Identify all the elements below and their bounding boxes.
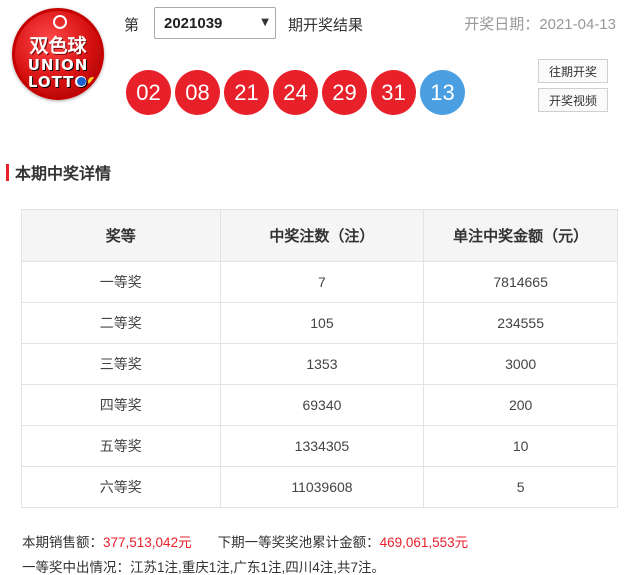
prize-amount-cell: 200 [423,384,618,426]
section-title-text: 本期中奖详情 [15,166,112,183]
section-title: 本期中奖详情 [6,160,111,184]
logo-blue-dot [77,77,86,86]
sales-summary: 本期销售额：377,513,042元 下期一等奖奖池累计金额：469,061,55… [22,531,468,551]
red-ball: 31 [371,70,416,115]
sales-value: 377,513,042元 [103,535,192,550]
sales-label: 本期销售额： [22,535,103,550]
winner-count-cell: 69340 [219,384,425,426]
red-ball: 29 [322,70,367,115]
section-title-accent [6,163,9,181]
prize-level-cell: 六等奖 [21,466,221,508]
issue-prefix: 第 [124,17,140,34]
winner-count-cell: 7 [219,261,425,303]
logo-mark-icon [53,15,67,29]
prize-level-cell: 二等奖 [21,302,221,344]
prize-level-cell: 三等奖 [21,343,221,385]
draw-video-button[interactable]: 开奖视频 [538,88,608,112]
issue-select-value: 2021039 [164,14,223,32]
header-prize-amount: 单注中奖金额（元） [423,209,618,262]
prize-amount-cell: 3000 [423,343,618,385]
pool-label: 下期一等奖奖池累计金额： [217,535,380,550]
table-row: 四等奖 69340 200 [21,384,618,426]
red-ball: 02 [126,70,171,115]
issue-select[interactable]: 2021039 ▼ [154,7,276,39]
prize-level-cell: 一等奖 [21,261,221,303]
table-header-row: 奖等 中奖注数（注） 单注中奖金额（元） [21,209,618,262]
blue-ball: 13 [420,70,465,115]
header-winner-count: 中奖注数（注） [219,209,425,262]
winner-count-cell: 11039608 [219,466,425,508]
history-draws-button[interactable]: 往期开奖 [538,59,608,83]
chevron-down-icon: ▼ [261,17,269,28]
red-ball: 08 [175,70,220,115]
prize-amount-cell: 234555 [423,302,618,344]
logo-yellow-dot [88,77,97,86]
issue-suffix: 期开奖结果 [288,17,364,34]
prize-level-cell: 五等奖 [21,425,221,467]
table-row: 二等奖 105 234555 [21,302,618,344]
prize-level-cell: 四等奖 [21,384,221,426]
prize-amount-cell: 5 [423,466,618,508]
pool-value: 469,061,553元 [379,535,469,550]
red-ball: 21 [224,70,269,115]
logo-cn-text: 双色球 [29,35,87,57]
draw-date: 开奖日期：2021-04-13 [464,16,616,33]
prize-amount-cell: 7814665 [423,261,618,303]
table-row: 五等奖 1334305 10 [21,425,618,467]
union-lotto-logo: 双色球 UNION LOTTO [12,8,104,100]
table-row: 六等奖 11039608 5 [21,466,618,508]
winner-count-cell: 1353 [219,343,425,385]
prize-amount-cell: 10 [423,425,618,467]
table-row: 一等奖 7 7814665 [21,261,618,303]
first-prize-winners-info: 一等奖中出情况：江苏1注,重庆1注,广东1注,四川4注,共7注。 [22,560,386,575]
red-ball: 24 [273,70,318,115]
table-row: 三等奖 1353 3000 [21,343,618,385]
winning-numbers: 02 08 21 24 29 31 13 [126,70,465,115]
logo-en-line1: UNION [27,56,89,74]
header-prize-level: 奖等 [21,209,221,262]
prize-table: 奖等 中奖注数（注） 单注中奖金额（元） 一等奖 7 7814665 二等奖 1… [21,209,618,508]
winner-count-cell: 105 [219,302,425,344]
winner-count-cell: 1334305 [219,425,425,467]
